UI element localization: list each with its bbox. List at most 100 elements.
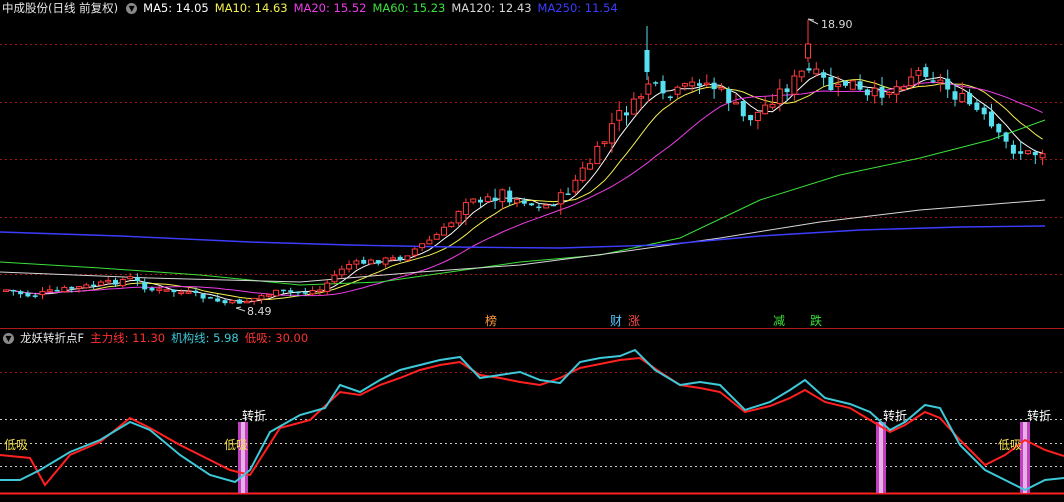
- candle-body: [821, 72, 827, 78]
- candle-body: [455, 210, 462, 224]
- candle-body: [353, 260, 360, 265]
- candle-body: [893, 86, 900, 95]
- candle-body: [156, 288, 163, 291]
- event-tag-cai[interactable]: 财: [610, 314, 622, 328]
- candle-body: [886, 91, 893, 95]
- candle-body: [551, 204, 556, 207]
- candle-body: [754, 111, 761, 122]
- candle-body: [243, 300, 250, 304]
- candle-body: [594, 145, 601, 165]
- low-price-label: 8.49: [247, 305, 272, 318]
- candle-body: [1003, 132, 1009, 142]
- candle-body: [565, 193, 571, 196]
- candle-body: [798, 70, 805, 78]
- event-tag-bang[interactable]: 榜: [485, 313, 497, 328]
- high-price-marker: 18.90: [807, 18, 853, 31]
- candle-body: [769, 103, 776, 108]
- candle-body: [616, 110, 623, 121]
- event-tag-zhang[interactable]: 涨: [628, 313, 640, 328]
- candle-body: [843, 80, 848, 86]
- candle-body: [733, 101, 739, 105]
- candle-body: [857, 81, 863, 90]
- candle-body: [507, 190, 513, 203]
- candle-body: [967, 93, 973, 105]
- candle-body: [748, 115, 754, 121]
- candle-body: [39, 291, 46, 296]
- candle-body: [653, 82, 659, 84]
- candle-body: [309, 289, 316, 295]
- candle-body: [382, 257, 389, 265]
- candle-body: [97, 281, 104, 286]
- candle-body: [959, 92, 966, 103]
- candle-body: [1025, 150, 1031, 155]
- candle-body: [113, 279, 118, 285]
- candle-body: [127, 276, 134, 280]
- candle-body: [215, 298, 221, 302]
- candle-body: [324, 282, 331, 292]
- candle-body: [426, 239, 433, 245]
- candle-body: [76, 286, 82, 289]
- candle-body: [91, 284, 97, 287]
- candle-body: [10, 289, 16, 292]
- candle-body: [624, 112, 629, 116]
- candle-body: [478, 199, 483, 203]
- candle-body: [178, 291, 185, 295]
- turn-label-3: 转折: [1027, 408, 1051, 423]
- candle-body: [660, 80, 666, 94]
- candle-body: [645, 83, 652, 95]
- candle-body: [697, 83, 702, 86]
- ma120-line: [0, 199, 1046, 283]
- candle-body: [375, 260, 381, 264]
- candle-body: [937, 79, 944, 84]
- candle-body: [69, 286, 75, 289]
- candle-body: [900, 86, 907, 90]
- candle-body: [441, 226, 447, 236]
- chart-canvas: 18.90 8.49 榜 财 涨 减 跌 转折 转折 转折 低吸 低吸 低吸: [0, 18, 1064, 495]
- event-tag-jian[interactable]: 减: [773, 314, 785, 328]
- candle-body: [46, 289, 53, 292]
- candle-body: [295, 291, 301, 294]
- candle-body: [229, 300, 236, 304]
- candle-body: [681, 83, 688, 87]
- candle-body: [119, 279, 126, 287]
- candle-body: [331, 274, 338, 283]
- candle-body: [54, 289, 60, 292]
- candle-body: [134, 277, 140, 282]
- candle-body: [83, 284, 90, 289]
- candle-body: [864, 89, 870, 96]
- candle-body: [448, 222, 455, 228]
- candle-body: [1018, 151, 1024, 154]
- candle-body: [258, 295, 265, 300]
- candle-body: [338, 268, 345, 276]
- candle-body: [638, 96, 645, 99]
- candle-body: [404, 255, 411, 261]
- candle-body: [587, 163, 593, 170]
- candle-body: [871, 87, 878, 97]
- candle-body: [908, 76, 915, 86]
- candle-body: [630, 98, 637, 115]
- candle-body: [974, 102, 980, 110]
- candle-body: [572, 179, 579, 193]
- candle-body: [996, 124, 1002, 133]
- candle-body: [3, 289, 9, 292]
- signal-bars: [238, 422, 1030, 493]
- ma5-line: [5, 72, 1043, 303]
- candle-body: [579, 167, 586, 181]
- candle-body: [784, 88, 790, 93]
- candle-body: [608, 123, 615, 144]
- candle-body: [316, 289, 323, 292]
- event-tag-die[interactable]: 跌: [810, 313, 822, 328]
- main-grid: [0, 44, 1064, 275]
- candle-body: [762, 104, 769, 115]
- candle-body: [835, 83, 842, 88]
- candle-body: [149, 287, 155, 291]
- turn-label-1: 转折: [242, 408, 266, 423]
- candle-body: [470, 198, 477, 203]
- candle-body: [32, 295, 38, 297]
- candle-body: [207, 297, 213, 299]
- candle-body: [791, 75, 798, 95]
- candle-body: [419, 243, 426, 249]
- candle-body: [805, 43, 811, 59]
- candlestick-series: [3, 20, 1046, 306]
- candle-body: [484, 196, 491, 202]
